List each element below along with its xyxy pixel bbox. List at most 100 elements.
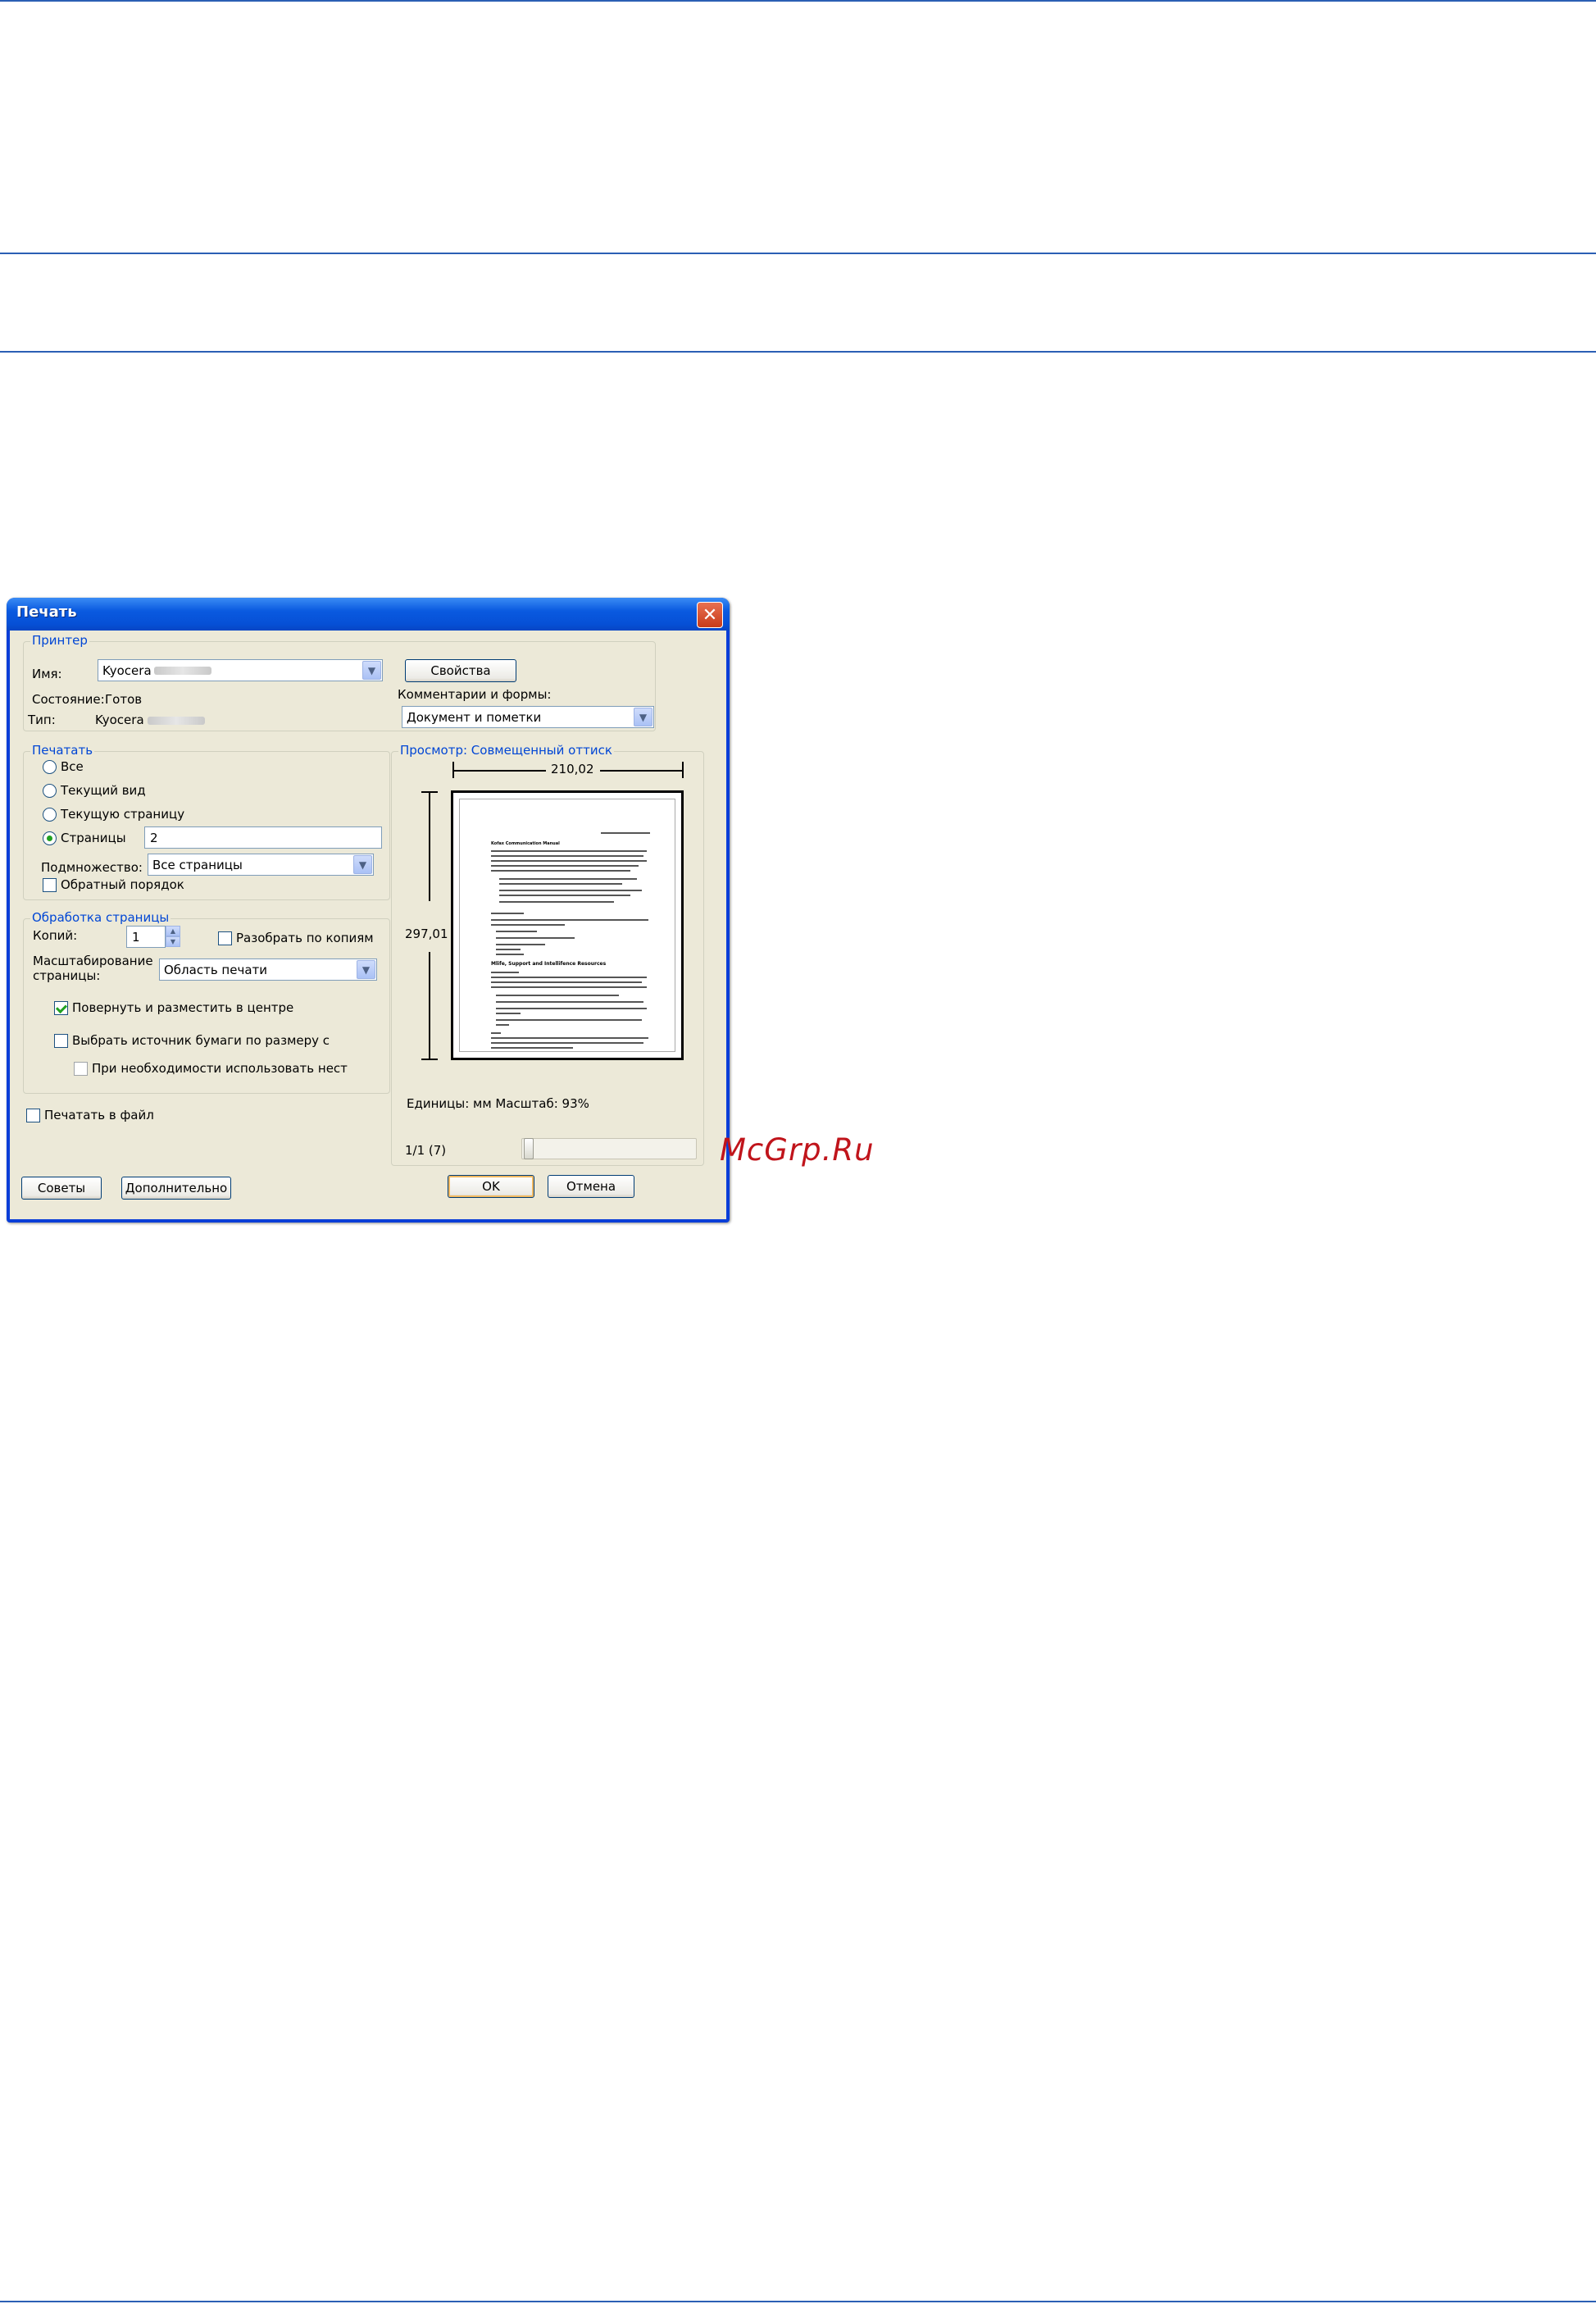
scaling-label-line1: Масштабирование [33,954,153,968]
collate-checkbox[interactable] [218,931,232,945]
scaling-label-line2: страницы: [33,968,101,983]
dialog-titlebar[interactable]: Печать ✕ [7,598,730,631]
preview-text-line [491,850,647,852]
paper-source-label: Выбрать источник бумаги по размеру с [72,1033,330,1048]
cancel-button[interactable]: Отмена [548,1175,634,1198]
top-rule [0,0,1596,2]
tips-button[interactable]: Советы [21,1177,102,1200]
collate-label: Разобрать по копиям [236,931,374,945]
preview-text-line [491,855,643,857]
height-dim-tick-bottom [421,1059,438,1060]
comments-label: Комментарии и формы: [398,687,552,702]
preview-text-line [601,832,650,834]
autorotate-checkbox[interactable] [54,1001,68,1015]
printer-status-value: Готов [105,692,143,707]
preview-text-line [491,1037,648,1039]
preview-page-slider[interactable] [521,1138,697,1159]
copies-label: Копий: [33,928,78,943]
custom-paper-label: При необходимости использовать нест [92,1061,348,1076]
pages-input[interactable]: 2 [144,826,382,849]
preview-text-line [496,995,619,996]
radio-all[interactable] [43,760,57,774]
stepper-up-icon[interactable]: ▲ [166,926,180,936]
preview-text-line [491,977,647,978]
width-dim-tick-right [682,762,684,778]
preview-doc-heading-2: Mlife, Support and Intellifence Resource… [491,961,607,967]
paper-source-checkbox[interactable] [54,1034,68,1048]
preview-text-line [499,901,614,903]
bottom-rule [0,2301,1596,2302]
print-range-legend: Печатать [30,743,95,758]
preview-text-line [496,937,575,939]
printer-name-label: Имя: [32,667,62,681]
preview-text-line [496,1019,642,1021]
preview-width-value: 210,02 [551,762,594,776]
close-button[interactable]: ✕ [697,602,723,628]
chevron-down-icon[interactable]: ▼ [634,708,652,726]
page-handling-legend: Обработка страницы [30,910,171,925]
print-dialog: Печать ✕ Принтер Имя: Kyocera ▼ Состояни… [7,598,730,1223]
height-dim-line-top [429,793,430,901]
preview-text-line [491,924,565,926]
comments-select[interactable]: Документ и пометки ▼ [402,706,654,728]
radio-all-label: Все [61,759,84,774]
radio-pages-label: Страницы [61,831,126,845]
preview-text-line [491,1032,501,1034]
subset-value: Все страницы [152,858,243,872]
header-rule-1 [0,253,1596,254]
preview-doc-heading-1: Kofax Communication Manual [491,841,560,846]
preview-text-line [496,1008,647,1009]
printer-type-label: Тип: [28,713,56,727]
properties-button[interactable]: Свойства [405,659,516,682]
preview-text-line [499,883,622,885]
preview-height-value: 297,01 [405,927,448,941]
scaling-value: Область печати [164,963,268,977]
copies-input[interactable]: 1 [126,926,166,948]
stepper-down-icon[interactable]: ▼ [166,936,180,947]
preview-text-line [491,919,648,921]
preview-units-text: Единицы: мм Масштаб: 93% [407,1096,589,1111]
header-rule-2 [0,351,1596,353]
copies-stepper[interactable]: ▲ ▼ [166,926,180,948]
redacted-type [148,717,205,725]
radio-current-view[interactable] [43,784,57,798]
preview-text-line [491,1042,643,1044]
dialog-client: Принтер Имя: Kyocera ▼ Состояние: Готов … [10,631,726,1219]
preview-text-line [491,986,647,988]
printer-name-select[interactable]: Kyocera ▼ [98,659,383,681]
radio-current-view-label: Текущий вид [61,783,146,798]
ok-button[interactable]: OK [448,1175,534,1198]
preview-legend: Просмотр: Совмещенный оттиск [398,743,614,758]
chevron-down-icon[interactable]: ▼ [357,960,375,979]
print-to-file-label: Печатать в файл [44,1108,154,1122]
print-to-file-checkbox[interactable] [26,1109,40,1122]
preview-text-line [491,865,639,867]
subset-select[interactable]: Все страницы ▼ [148,854,374,876]
printer-group-legend: Принтер [30,633,89,648]
preview-text-line [491,981,642,983]
chevron-down-icon[interactable]: ▼ [362,661,381,680]
scaling-select[interactable]: Область печати ▼ [159,958,377,981]
chevron-down-icon[interactable]: ▼ [353,855,372,874]
preview-text-line [491,972,519,973]
height-dim-line-bottom [429,952,430,1059]
printer-name-value: Kyocera [102,663,152,678]
preview-text-line [496,954,524,955]
redacted-model [154,667,211,675]
comments-value: Документ и пометки [407,710,542,725]
preview-slider-thumb[interactable] [524,1138,534,1159]
radio-pages[interactable] [43,831,57,845]
advanced-button[interactable]: Дополнительно [121,1177,231,1200]
preview-text-line [491,870,630,872]
close-icon: ✕ [702,604,718,626]
preview-text-line [496,1013,521,1014]
preview-text-line [496,1024,509,1026]
preview-text-line [491,860,647,862]
page-preview: Kofax Communication Manual Mlife, Suppor… [451,790,684,1060]
preview-text-line [496,931,537,932]
reverse-order-checkbox[interactable] [43,878,57,892]
radio-current-page[interactable] [43,808,57,822]
reverse-order-label: Обратный порядок [61,877,184,892]
custom-paper-checkbox[interactable] [74,1062,88,1076]
watermark: McGrp.Ru [720,1132,875,1168]
